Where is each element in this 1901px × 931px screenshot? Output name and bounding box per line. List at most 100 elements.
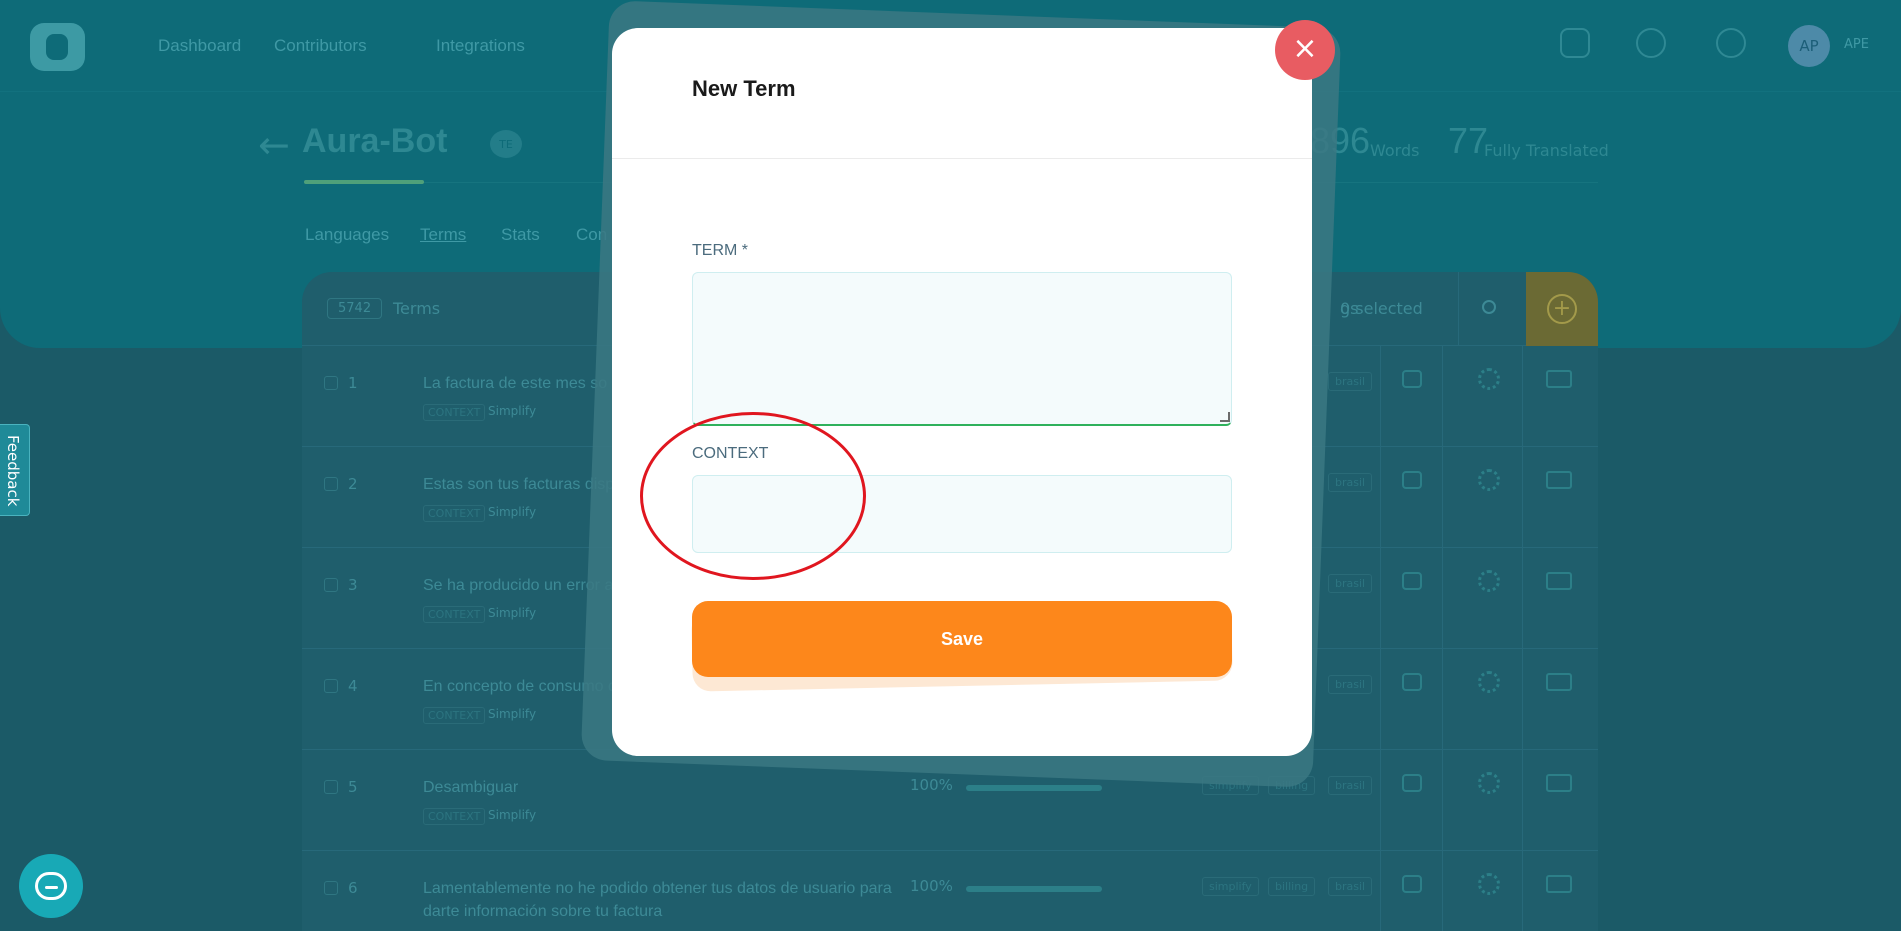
row-gear-icon[interactable] (1478, 469, 1500, 491)
row-context-value: Simplify (488, 404, 537, 418)
row-number: 3 (348, 576, 358, 594)
tab-stats[interactable]: Stats (501, 225, 540, 245)
row-progress-percent: 100% (910, 877, 953, 895)
row-divider (1522, 750, 1523, 850)
row-number: 1 (348, 374, 358, 392)
add-term-button[interactable]: + (1526, 272, 1598, 346)
context-field-label: CONTEXT (692, 445, 769, 462)
row-tag: brasil (1328, 372, 1373, 391)
row-tag: billing (1268, 877, 1316, 896)
user-menu[interactable]: APE (1844, 37, 1869, 52)
comment-icon[interactable] (1402, 471, 1422, 489)
close-modal-button[interactable]: × (1275, 20, 1335, 80)
row-divider (1380, 548, 1381, 648)
feedback-tab[interactable]: Feedback (0, 424, 30, 516)
tab-languages[interactable]: Languages (305, 225, 389, 245)
new-term-modal: New Term TERM * CONTEXT Save (612, 28, 1312, 756)
comment-icon[interactable] (1402, 572, 1422, 590)
back-arrow-icon[interactable]: ← (258, 126, 290, 164)
row-divider (1522, 649, 1523, 749)
row-checkbox[interactable] (324, 679, 338, 693)
row-divider (1380, 346, 1381, 446)
language-badge: TE (490, 130, 522, 158)
row-checkbox[interactable] (324, 477, 338, 491)
row-context-label: CONTEXT (423, 505, 486, 522)
row-gear-icon[interactable] (1478, 873, 1500, 895)
resize-grip-icon[interactable] (1220, 412, 1230, 422)
row-number: 6 (348, 879, 358, 897)
comment-icon[interactable] (1402, 673, 1422, 691)
row-divider (1442, 851, 1443, 931)
row-tag: simplify (1202, 877, 1259, 896)
row-divider (1522, 548, 1523, 648)
row-divider (1442, 447, 1443, 547)
row-progress-bar (966, 785, 1102, 791)
app-logo[interactable] (30, 23, 85, 71)
row-gear-icon[interactable] (1478, 368, 1500, 390)
translate-icon[interactable] (1546, 370, 1572, 388)
row-divider (1380, 447, 1381, 547)
terms-count-label: Terms (393, 299, 441, 318)
row-divider (1522, 851, 1523, 931)
row-context-label: CONTEXT (423, 707, 486, 724)
avatar[interactable]: AP (1788, 25, 1830, 67)
translated-label: Fully Translated (1484, 141, 1609, 160)
row-context-label: CONTEXT (423, 808, 486, 825)
gear-icon[interactable] (1716, 28, 1746, 58)
comment-icon[interactable] (1402, 370, 1422, 388)
row-checkbox[interactable] (324, 578, 338, 592)
translated-count: 77 (1448, 120, 1489, 161)
nav-contributors[interactable]: Contributors (274, 36, 367, 56)
table-row[interactable]: 6 Lamentablemente no he podido obtener t… (302, 851, 1598, 931)
row-tag: brasil (1328, 675, 1373, 694)
nav-integrations[interactable]: Integrations (436, 36, 525, 56)
modal-divider (612, 158, 1312, 159)
row-context-value: Simplify (488, 505, 537, 519)
context-input[interactable] (692, 475, 1232, 553)
term-textarea[interactable] (692, 272, 1232, 426)
plus-icon: + (1547, 294, 1577, 324)
row-gear-icon[interactable] (1478, 671, 1500, 693)
translate-icon[interactable] (1546, 572, 1572, 590)
help-icon[interactable] (1636, 28, 1666, 58)
cart-icon[interactable] (1560, 28, 1590, 58)
chat-icon (35, 872, 67, 900)
row-number: 2 (348, 475, 358, 493)
row-checkbox[interactable] (324, 881, 338, 895)
comment-icon[interactable] (1402, 875, 1422, 893)
row-divider (1380, 851, 1381, 931)
nav-dashboard[interactable]: Dashboard (158, 36, 241, 56)
comment-icon[interactable] (1402, 774, 1422, 792)
search-button[interactable] (1458, 272, 1524, 346)
row-divider (1380, 750, 1381, 850)
row-tag: brasil (1328, 776, 1373, 795)
tab-terms[interactable]: Terms (420, 225, 466, 245)
row-divider (1442, 649, 1443, 749)
row-divider (1442, 548, 1443, 648)
translate-icon[interactable] (1546, 471, 1572, 489)
row-context-value: Simplify (488, 707, 537, 721)
row-term-text[interactable]: Lamentablemente no he podido obtener tus… (423, 877, 893, 923)
selected-dropdown-label[interactable]: 0 selected (1340, 299, 1423, 318)
search-icon (1482, 300, 1496, 314)
row-term-text[interactable]: Desambiguar (423, 776, 893, 799)
translate-icon[interactable] (1546, 875, 1572, 893)
row-context-value: Simplify (488, 808, 537, 822)
save-button[interactable]: Save (692, 601, 1232, 677)
row-progress-bar (966, 886, 1102, 892)
term-field-label: TERM * (692, 242, 748, 259)
page-title: Aura-Bot (302, 122, 448, 160)
translate-icon[interactable] (1546, 774, 1572, 792)
title-underline (304, 180, 424, 184)
row-divider (1522, 447, 1523, 547)
words-label: Words (1370, 141, 1420, 160)
row-progress-percent: 100% (910, 776, 953, 794)
row-checkbox[interactable] (324, 376, 338, 390)
translate-icon[interactable] (1546, 673, 1572, 691)
chat-launcher-button[interactable] (19, 854, 83, 918)
row-checkbox[interactable] (324, 780, 338, 794)
feedback-label: Feedback (4, 435, 22, 507)
row-gear-icon[interactable] (1478, 570, 1500, 592)
row-number: 4 (348, 677, 358, 695)
row-gear-icon[interactable] (1478, 772, 1500, 794)
